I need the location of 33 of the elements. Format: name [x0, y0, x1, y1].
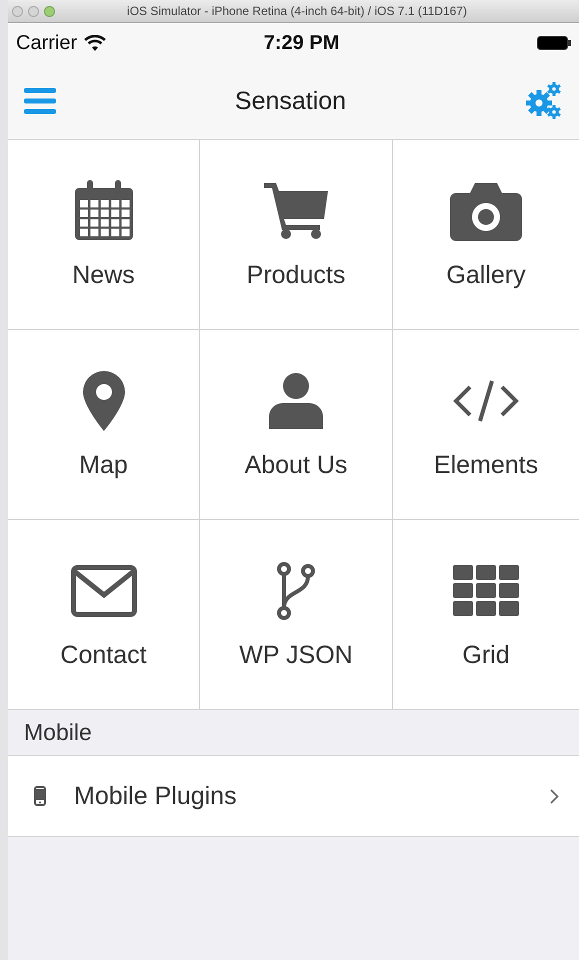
- battery-icon: [537, 36, 571, 50]
- clock-time: 7:29 PM: [262, 32, 340, 54]
- grid-icon: [453, 565, 519, 617]
- tile-label[interactable]: News: [72, 261, 135, 290]
- chevron-icon: [550, 788, 559, 804]
- tile-label[interactable]: Map: [79, 451, 128, 480]
- envelope-icon: [70, 565, 136, 617]
- carrier-label: Carrier: [16, 32, 78, 54]
- code-icon: [452, 379, 520, 423]
- branch-icon: [276, 561, 316, 621]
- tile-label[interactable]: WP JSON: [239, 641, 353, 670]
- tile-label[interactable]: Grid: [462, 641, 510, 670]
- calendar-icon: [72, 180, 134, 242]
- location-pin-icon: [82, 371, 124, 431]
- close-light[interactable]: [12, 6, 23, 16]
- window-title: iOS Simulator - iPhone Retina (4-inch 64-bit) / iOS 7.1 (11D167): [126, 4, 468, 18]
- tile-label[interactable]: Products: [246, 261, 346, 290]
- camera-icon: [450, 181, 522, 241]
- settings-icon[interactable]: [525, 82, 563, 120]
- list-row[interactable]: Mobile Plugins: [8, 756, 579, 837]
- tile-label[interactable]: Gallery: [446, 261, 526, 290]
- minimize-light[interactable]: [28, 6, 39, 16]
- menu-icon[interactable]: [24, 88, 56, 114]
- row-label: Mobile Plugins: [74, 782, 238, 810]
- app-title: Sensation: [234, 86, 348, 116]
- phone-icon: [34, 786, 46, 806]
- zoom-light[interactable]: [44, 6, 55, 16]
- tile-label[interactable]: About Us: [244, 451, 348, 480]
- tile-label[interactable]: Contact: [60, 641, 147, 670]
- cart-icon: [264, 183, 328, 239]
- wifi-icon: [84, 35, 106, 51]
- tile-label[interactable]: Elements: [434, 451, 538, 480]
- person-icon: [269, 373, 323, 429]
